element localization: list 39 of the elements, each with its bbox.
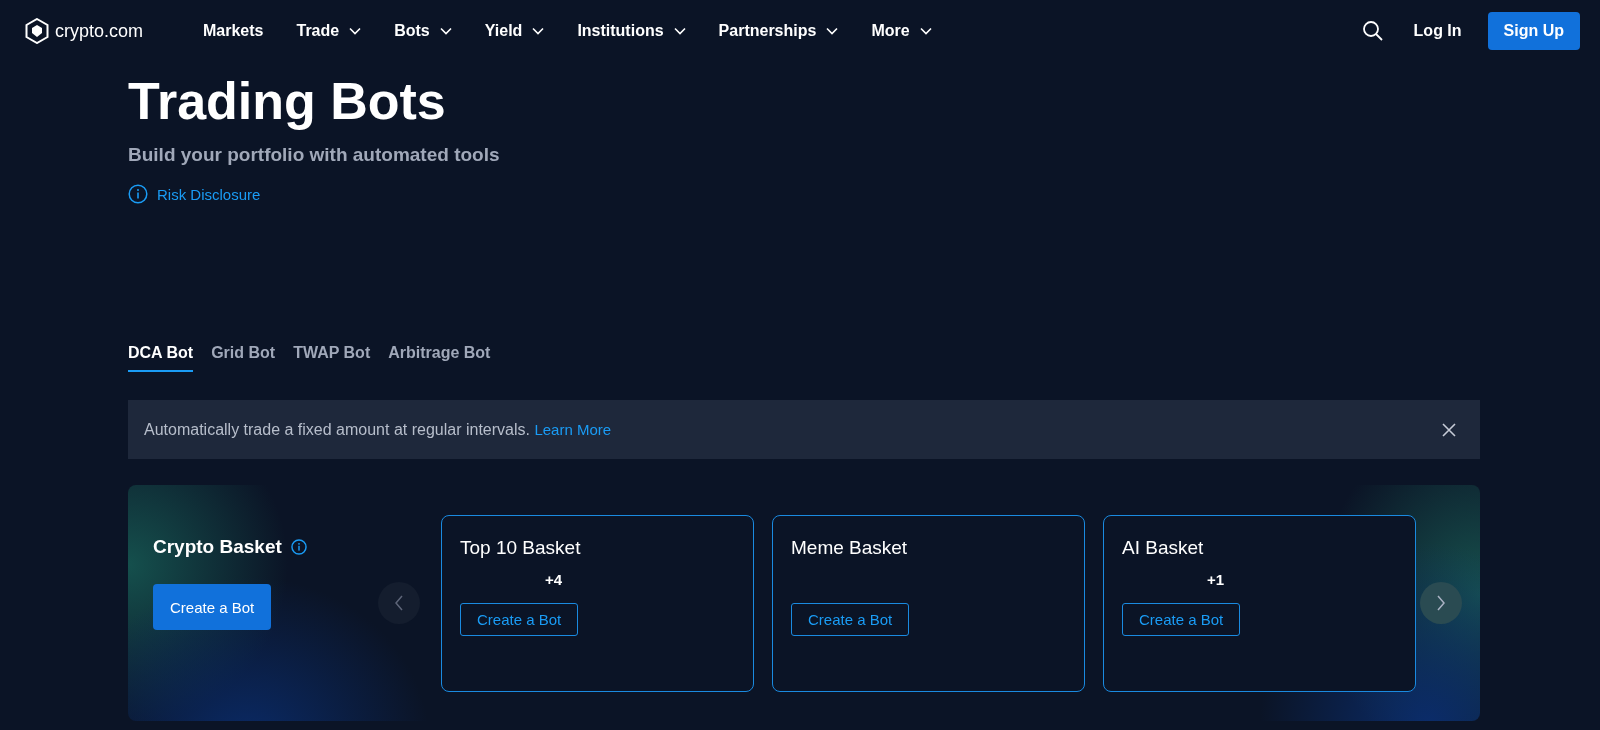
section-title: Crypto Basket	[153, 536, 282, 558]
card-title: AI Basket	[1122, 536, 1205, 559]
learn-more-link[interactable]: Learn More	[534, 420, 612, 438]
bot-type-tab[interactable]: Arbitrage Bot	[388, 344, 491, 372]
chevron-left-icon	[394, 595, 404, 611]
info-icon[interactable]	[290, 539, 307, 555]
info-icon	[128, 184, 148, 204]
log-in-link[interactable]: Log In	[1413, 22, 1462, 40]
page-subtitle: Build your portfolio with automated tools	[128, 144, 501, 166]
more-count: +4	[545, 570, 563, 588]
basket-card[interactable]: Top 10 Basket +4 Create a Bot	[441, 514, 754, 692]
nav-menu-item[interactable]: Institutions	[577, 22, 686, 40]
nav-menu-item[interactable]: More	[871, 22, 932, 40]
nav-menu-item[interactable]: Markets	[203, 22, 264, 40]
close-icon[interactable]	[1442, 422, 1456, 437]
search-icon[interactable]	[1361, 20, 1384, 42]
basket-card[interactable]: AI Basket +1 Create a Bot	[1103, 514, 1416, 692]
banner-message: Automatically trade a fixed amount at regular intervals. Learn More	[144, 420, 612, 439]
bot-type-tab[interactable]: DCA Bot	[128, 344, 194, 372]
create-bot-button[interactable]: Create a Bot	[1122, 602, 1241, 636]
nav-menu-item[interactable]: Partnerships	[718, 22, 839, 40]
more-count: +1	[1207, 570, 1225, 588]
sign-up-button[interactable]: Sign Up	[1487, 12, 1580, 50]
card-title: Meme Basket	[791, 536, 909, 559]
logo-wordmark[interactable]: crypto.com	[55, 20, 144, 42]
bot-type-tab[interactable]: Grid Bot	[211, 344, 276, 372]
basket-card[interactable]: Meme Basket Create a Bot	[772, 514, 1085, 692]
risk-disclosure-link[interactable]: Risk Disclosure	[157, 185, 261, 203]
logo-icon[interactable]	[25, 18, 49, 44]
card-title: Top 10 Basket	[460, 536, 582, 559]
create-bot-button[interactable]: Create a Bot	[460, 602, 579, 636]
bot-type-tab[interactable]: TWAP Bot	[293, 344, 371, 372]
create-bot-button[interactable]: Create a Bot	[153, 584, 272, 630]
nav-menu-item[interactable]: Bots	[394, 22, 452, 40]
nav-menu-item[interactable]: Yield	[484, 22, 545, 40]
chevron-right-icon	[1436, 595, 1446, 611]
page-title: Trading Bots	[128, 71, 447, 132]
nav-menu-item[interactable]: Trade	[296, 22, 362, 40]
create-bot-button[interactable]: Create a Bot	[791, 602, 910, 636]
